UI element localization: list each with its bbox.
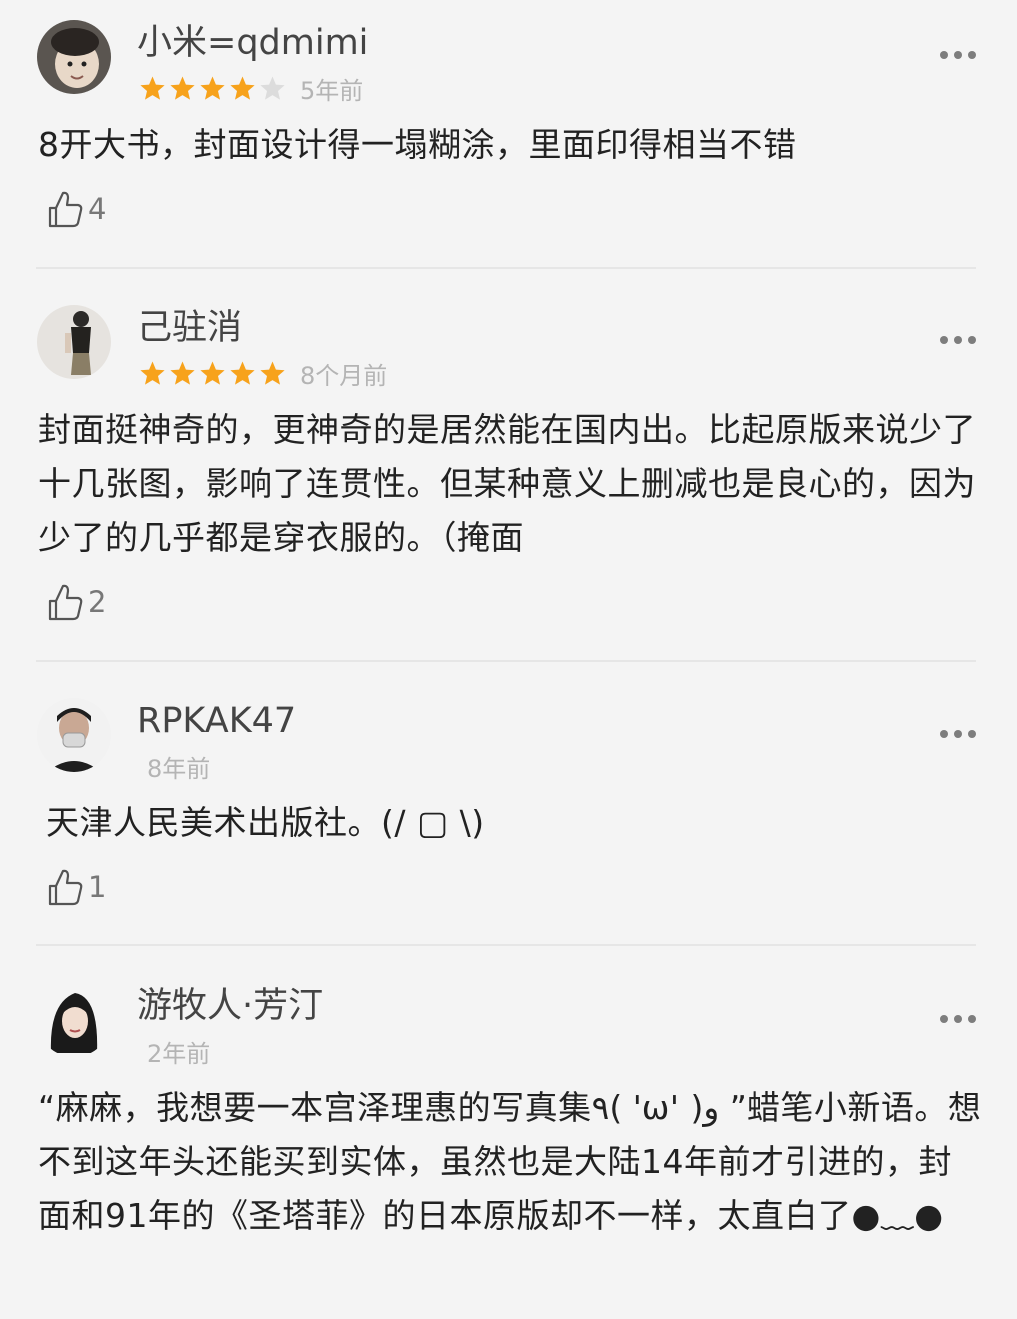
review-time: 2年前: [147, 1039, 211, 1068]
username[interactable]: 游牧人·芳汀: [137, 985, 323, 1027]
review-content: “麻麻，我想要一本宫泽理惠的写真集٩( 'ω' )و ”蜡笔小新语。想不到这年头…: [38, 1088, 982, 1235]
user-avatar[interactable]: [37, 983, 111, 1057]
more-dots-icon: [940, 1015, 948, 1023]
review-item: 游牧人·芳汀 2年前 “麻麻，我想要一本宫泽理惠的写真集٩( 'ω' )و ”蜡…: [0, 0, 1017, 1319]
review-meta: 2年前: [139, 1036, 211, 1068]
more-options-button[interactable]: [940, 1012, 980, 1026]
